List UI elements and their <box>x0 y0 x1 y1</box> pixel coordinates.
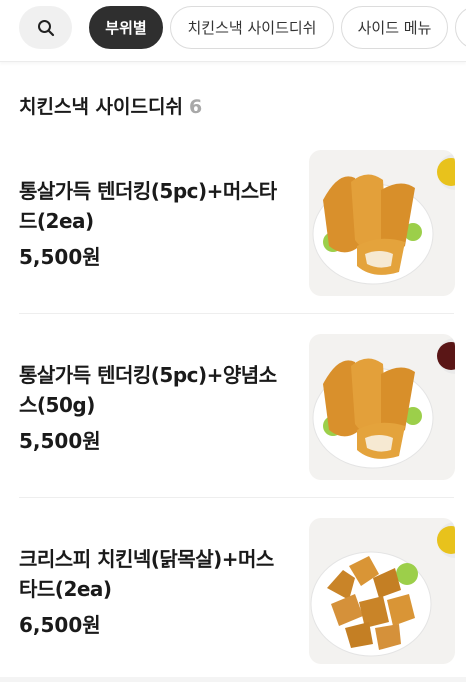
menu-item-image <box>309 150 455 296</box>
menu-item-name-line1: 크리스피 치킨넥(닭목살)+머스 <box>19 547 274 571</box>
menu-item[interactable]: 통살가득 텐더킹(5pc)+머스타 드(2ea) 5,500원 <box>0 130 466 314</box>
chip-side-menu[interactable]: 사이드 메뉴 <box>341 6 448 49</box>
menu-item-price: 6,500원 <box>19 613 101 637</box>
chip-next-partial[interactable] <box>455 6 466 49</box>
menu-item-image <box>309 334 455 480</box>
section-title-text: 치킨스낵 사이드디쉬 <box>19 96 183 118</box>
menu-item-name-line2: 타드(2ea) <box>19 577 112 601</box>
menu-item-name-line2: 스(50g) <box>19 393 95 417</box>
sauce-cup-icon <box>437 526 455 554</box>
menu-item[interactable]: 크리스피 치킨넥(닭목살)+머스 타드(2ea) 6,500원 <box>0 498 466 682</box>
sauce-cup-icon <box>437 158 455 186</box>
section-item-count: 6 <box>188 96 203 118</box>
menu-item-price: 5,500원 <box>19 245 101 269</box>
chip-by-part[interactable]: 부위별 <box>89 6 163 49</box>
search-icon <box>37 19 54 36</box>
chip-chicken-snack-side-dish[interactable]: 치킨스낵 사이드디쉬 <box>170 6 334 49</box>
menu-item-image <box>309 518 455 664</box>
search-button[interactable] <box>19 6 72 49</box>
menu-item-name: 크리스피 치킨넥(닭목살)+머스 타드(2ea) <box>19 544 294 604</box>
sauce-cup-icon <box>437 342 455 370</box>
section-title: 치킨스낵 사이드디쉬 6 <box>19 92 202 119</box>
menu-item-price: 5,500원 <box>19 429 101 453</box>
filter-bar: 부위별 치킨스낵 사이드디쉬 사이드 메뉴 <box>0 0 466 62</box>
menu-item-name-line1: 통살가득 텐더킹(5pc)+머스타 <box>19 179 277 203</box>
menu-item-name: 통살가득 텐더킹(5pc)+양념소 스(50g) <box>19 360 294 420</box>
menu-item-name-line2: 드(2ea) <box>19 209 94 233</box>
menu-item-name-line1: 통살가득 텐더킹(5pc)+양념소 <box>19 363 277 387</box>
menu-item[interactable]: 통살가득 텐더킹(5pc)+양념소 스(50g) 5,500원 <box>0 314 466 498</box>
menu-item-name: 통살가득 텐더킹(5pc)+머스타 드(2ea) <box>19 176 294 236</box>
bottom-divider <box>0 677 466 682</box>
